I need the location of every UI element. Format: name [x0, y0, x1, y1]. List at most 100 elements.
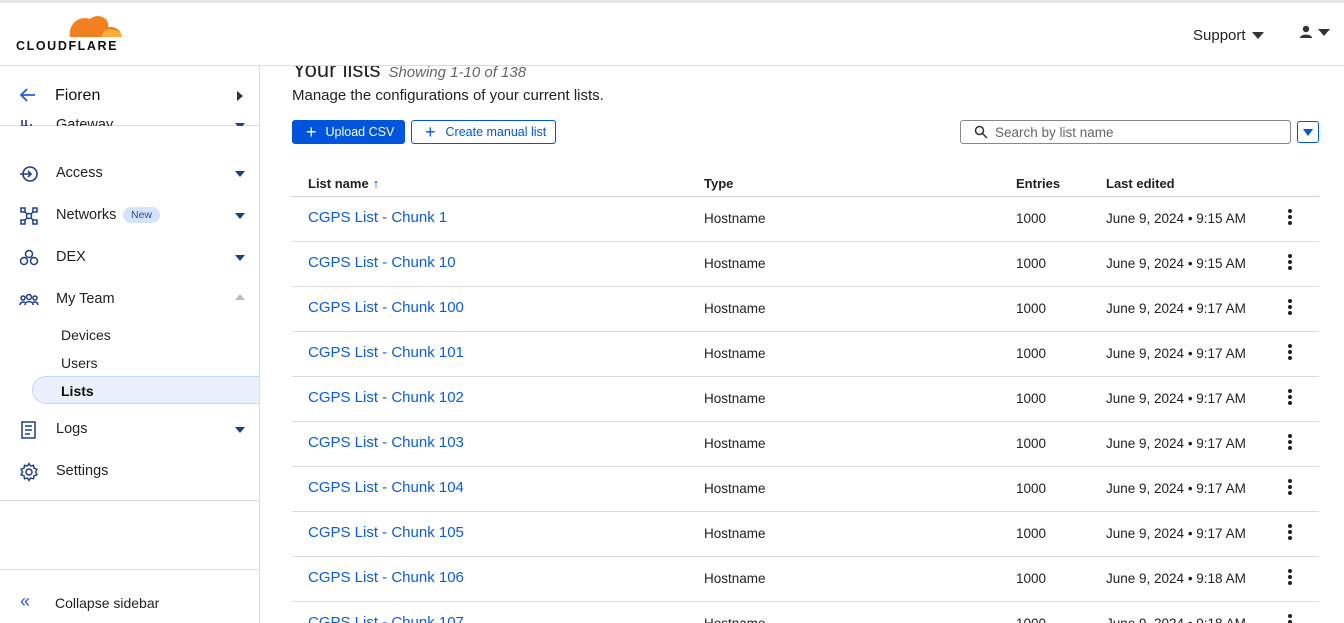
sidebar-item-settings[interactable]: Settings [0, 452, 259, 492]
row-actions-kebab-icon[interactable] [1284, 434, 1296, 454]
list-last-edited: June 9, 2024 • 9:17 AM [1106, 301, 1246, 316]
list-last-edited: June 9, 2024 • 9:15 AM [1106, 211, 1246, 226]
list-entries: 1000 [1016, 211, 1047, 226]
sidebar-item-networks[interactable]: Networks New [0, 196, 259, 236]
account-name: Fioren [55, 87, 101, 104]
plus-icon: + [425, 122, 436, 142]
main-content: Your lists Showing 1-10 of 138 Manage the… [261, 66, 1344, 623]
cloudflare-logo[interactable]: CLOUDFLARE [16, 13, 126, 59]
list-entries: 1000 [1016, 571, 1047, 586]
row-actions-kebab-icon[interactable] [1284, 479, 1296, 499]
sidebar-item-dex[interactable]: DEX [0, 238, 259, 278]
support-label: Support [1193, 27, 1246, 44]
support-menu[interactable]: Support [1193, 27, 1264, 44]
user-icon [1300, 25, 1312, 38]
sidebar-subitem-label: Devices [61, 327, 111, 343]
list-entries: 1000 [1016, 301, 1047, 316]
list-last-edited: June 9, 2024 • 9:15 AM [1106, 256, 1246, 271]
list-name-link[interactable]: CGPS List - Chunk 106 [308, 569, 464, 586]
page-title-text: Your lists [292, 66, 381, 82]
list-entries: 1000 [1016, 256, 1047, 271]
list-last-edited: June 9, 2024 • 9:17 AM [1106, 436, 1246, 451]
list-name-link[interactable]: CGPS List - Chunk 102 [308, 389, 464, 406]
gear-icon [19, 462, 39, 482]
search-box [960, 120, 1291, 144]
sidebar-subitem-users[interactable]: Users [32, 349, 259, 377]
list-type: Hostname [704, 481, 766, 496]
team-icon [19, 293, 39, 306]
row-actions-kebab-icon[interactable] [1284, 344, 1296, 364]
list-last-edited: June 9, 2024 • 9:18 AM [1106, 571, 1246, 586]
sidebar-subitem-label: Users [61, 355, 98, 371]
collapse-sidebar-label: Collapse sidebar [55, 595, 160, 611]
dex-icon [19, 249, 39, 266]
row-actions-kebab-icon[interactable] [1284, 209, 1296, 229]
collapse-sidebar-button[interactable]: « Collapse sidebar [0, 569, 259, 623]
row-actions-kebab-icon[interactable] [1284, 254, 1296, 274]
table-row: CGPS List - Chunk 1 Hostname 1000 June 9, 2… [292, 197, 1319, 242]
list-name-link[interactable]: CGPS List - Chunk 1 [308, 209, 447, 226]
row-actions-kebab-icon[interactable] [1284, 614, 1296, 623]
list-type: Hostname [704, 211, 766, 226]
column-header-name[interactable]: List name ↑ [308, 176, 379, 191]
chevron-up-icon [235, 294, 245, 300]
search-icon [974, 125, 988, 139]
list-type: Hostname [704, 391, 766, 406]
row-actions-kebab-icon[interactable] [1284, 389, 1296, 409]
table-row: CGPS List - Chunk 106 Hostname 1000 June 9,… [292, 557, 1319, 602]
sidebar: Fioren Gateway Access Networks New DEX M… [0, 66, 260, 623]
chevron-down-icon [1318, 28, 1330, 36]
column-header-last-edited: Last edited [1106, 176, 1175, 191]
table-row: CGPS List - Chunk 104 Hostname 1000 June 9,… [292, 467, 1319, 512]
list-name-link[interactable]: CGPS List - Chunk 100 [308, 299, 464, 316]
list-entries: 1000 [1016, 616, 1046, 623]
list-last-edited: June 9, 2024 • 9:17 AM [1106, 526, 1246, 541]
column-header-type: Type [704, 176, 734, 191]
upload-csv-button[interactable]: + Upload CSV [292, 120, 405, 144]
sidebar-subitem-devices[interactable]: Devices [32, 321, 259, 349]
table-row: CGPS List - Chunk 107 Hostname 1000 June 9,… [292, 602, 1319, 623]
sidebar-item-access[interactable]: Access [0, 154, 259, 194]
sidebar-item-label: Networks [56, 207, 117, 223]
brand-name: CLOUDFLARE [16, 39, 119, 53]
list-name-link[interactable]: CGPS List - Chunk 104 [308, 479, 464, 496]
row-actions-kebab-icon[interactable] [1284, 524, 1296, 544]
upload-csv-label: Upload CSV [325, 125, 395, 139]
table-row: CGPS List - Chunk 105 Hostname 1000 June 9,… [292, 512, 1319, 557]
sidebar-item-label: My Team [56, 291, 115, 307]
table-row: CGPS List - Chunk 10 Hostname 1000 June 9, … [292, 242, 1319, 287]
list-name-link[interactable]: CGPS List - Chunk 10 [308, 254, 456, 271]
sidebar-subitem-lists[interactable]: Lists [32, 376, 259, 404]
sidebar-item-logs[interactable]: Logs [0, 410, 259, 450]
user-menu[interactable] [1299, 25, 1330, 39]
list-entries: 1000 [1016, 481, 1047, 496]
column-header-entries: Entries [1016, 176, 1061, 191]
table-row: CGPS List - Chunk 100 Hostname 1000 June 9,… [292, 287, 1319, 332]
top-bar: CLOUDFLARE Support [0, 0, 1344, 66]
search-input[interactable] [995, 124, 1285, 140]
row-actions-kebab-icon[interactable] [1284, 569, 1296, 589]
table-row: CGPS List - Chunk 103 Hostname 1000 June 9,… [292, 422, 1319, 467]
sidebar-item-label: Access [56, 165, 103, 181]
sidebar-item-label: DEX [56, 249, 86, 265]
list-entries: 1000 [1016, 346, 1047, 361]
list-name-link[interactable]: CGPS List - Chunk 101 [308, 344, 464, 361]
double-chevron-left-icon: « [20, 591, 31, 611]
table-row: CGPS List - Chunk 101 Hostname 1000 June 9,… [292, 332, 1319, 377]
list-name-link[interactable]: CGPS List - Chunk 107 [308, 614, 464, 623]
list-name-link[interactable]: CGPS List - Chunk 103 [308, 434, 464, 451]
row-actions-kebab-icon[interactable] [1284, 299, 1296, 319]
search-filter-dropdown[interactable] [1297, 121, 1319, 143]
new-badge: New [123, 207, 161, 223]
list-type: Hostname [704, 346, 766, 361]
create-manual-list-button[interactable]: + Create manual list [411, 120, 556, 144]
list-name-link[interactable]: CGPS List - Chunk 105 [308, 524, 464, 541]
networks-icon [20, 207, 38, 225]
sidebar-item-my-team[interactable]: My Team [0, 280, 259, 320]
chevron-right-icon [237, 91, 243, 101]
list-type: Hostname [704, 571, 766, 586]
list-last-edited: June 9, 2024 • 9:17 AM [1106, 481, 1246, 496]
arrow-left-icon[interactable] [18, 85, 38, 105]
page-title: Your lists Showing 1-10 of 138 [292, 66, 526, 83]
sidebar-subitem-label: Lists [61, 383, 94, 399]
